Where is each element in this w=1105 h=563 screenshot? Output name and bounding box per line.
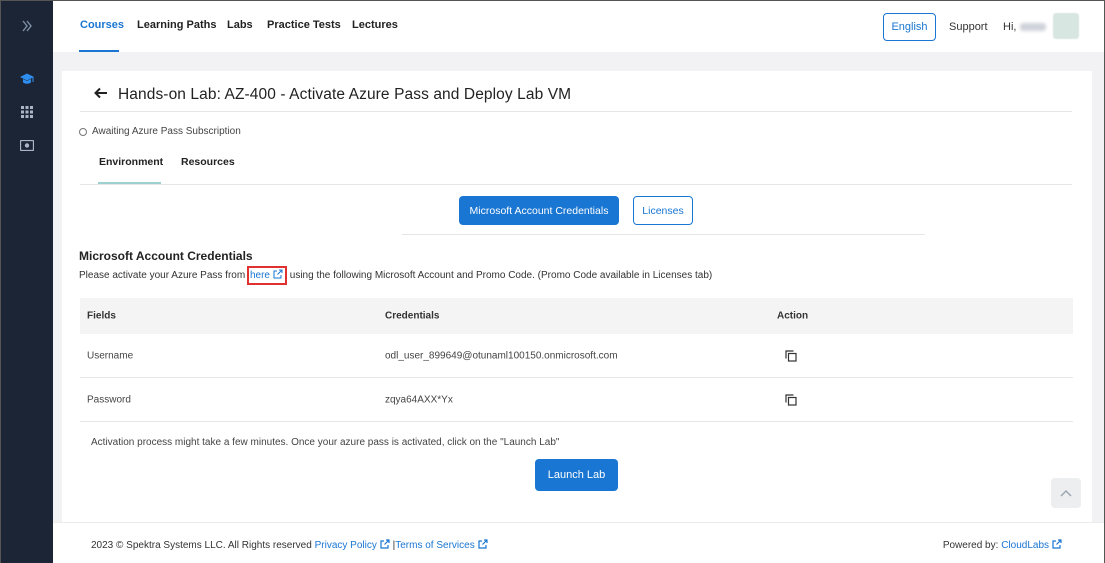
- activation-instructions: Please activate your Azure Pass from her…: [79, 266, 712, 285]
- page-title: Hands-on Lab: AZ-400 - Activate Azure Pa…: [118, 86, 572, 103]
- nav-tab-labs[interactable]: Labs: [227, 19, 253, 31]
- cloudlabs-text: CloudLabs: [1001, 540, 1049, 551]
- grid-icon[interactable]: [1, 100, 53, 124]
- divider: [402, 234, 925, 235]
- here-link-text: here: [249, 270, 270, 281]
- nav-tab-practice-tests[interactable]: Practice Tests: [267, 19, 341, 31]
- copyright-text: 2023 © Spektra Systems LLC. All Rights r…: [91, 540, 312, 551]
- footer-left: 2023 © Spektra Systems LLC. All Rights r…: [91, 539, 488, 551]
- user-greeting[interactable]: Hi,: [1003, 21, 1047, 33]
- main-content: Hands-on Lab: AZ-400 - Activate Azure Pa…: [62, 71, 1092, 563]
- external-link-icon: [1052, 539, 1062, 549]
- greeting-text: Hi,: [1003, 21, 1017, 33]
- external-link-icon: [380, 539, 390, 549]
- terms-of-services-link[interactable]: Terms of Services: [395, 539, 488, 551]
- support-link[interactable]: Support: [949, 21, 988, 33]
- tab-environment[interactable]: Environment: [99, 156, 163, 168]
- field-password-label: Password: [87, 394, 131, 405]
- external-link-icon: [478, 539, 488, 549]
- redacted-username: [1020, 23, 1047, 32]
- status-text: Awaiting Azure Pass Subscription: [92, 126, 241, 137]
- username-value[interactable]: odl_user_899649@otunaml100150.onmicrosof…: [385, 350, 618, 361]
- table-header: Fields Credentials Action: [80, 298, 1073, 334]
- licenses-button[interactable]: Licenses: [633, 196, 693, 225]
- language-button[interactable]: English: [883, 13, 936, 41]
- powered-by-text: Powered by:: [942, 540, 999, 551]
- chevron-right-icon[interactable]: [1, 14, 53, 38]
- top-navigation: Courses Learning Paths Labs Practice Tes…: [53, 1, 1104, 52]
- nav-tab-learning-paths[interactable]: Learning Paths: [137, 19, 216, 31]
- scroll-to-top-button[interactable]: [1051, 478, 1081, 508]
- nav-tab-courses[interactable]: Courses: [80, 19, 124, 31]
- tab-resources[interactable]: Resources: [181, 156, 235, 168]
- sidebar: [1, 1, 53, 563]
- table-row: Username odl_user_899649@otunaml100150.o…: [80, 334, 1073, 378]
- privacy-policy-link[interactable]: Privacy Policy: [314, 539, 390, 551]
- cloudlabs-link[interactable]: CloudLabs: [1001, 539, 1062, 551]
- footer-right: Powered by: CloudLabs: [943, 539, 1062, 551]
- active-tab-underline: [79, 50, 119, 52]
- instructions-text-before: Please activate your Azure Pass from: [79, 270, 248, 281]
- microsoft-credentials-button[interactable]: Microsoft Account Credentials: [459, 196, 619, 225]
- graduation-cap-icon[interactable]: [1, 67, 53, 91]
- avatar[interactable]: [1053, 13, 1079, 39]
- copy-icon[interactable]: [785, 393, 797, 406]
- footer: 2023 © Spektra Systems LLC. All Rights r…: [53, 522, 1104, 563]
- nav-tab-lectures[interactable]: Lectures: [352, 19, 398, 31]
- launch-lab-button[interactable]: Launch Lab: [535, 459, 618, 491]
- clock-icon: [79, 127, 87, 136]
- copy-icon[interactable]: [785, 349, 797, 362]
- terms-of-services-text: Terms of Services: [395, 540, 475, 551]
- money-icon[interactable]: [1, 133, 53, 157]
- section-title: Microsoft Account Credentials: [79, 249, 253, 263]
- table-row: Password zqya64AXX*Yx: [80, 378, 1073, 422]
- chevron-up-icon: [1060, 490, 1072, 497]
- divider: [80, 111, 1072, 112]
- instructions-text-after: using the following Microsoft Account an…: [286, 270, 713, 281]
- page-header: Hands-on Lab: AZ-400 - Activate Azure Pa…: [94, 81, 571, 109]
- status-indicator: Awaiting Azure Pass Subscription: [79, 126, 241, 137]
- field-username-label: Username: [87, 350, 134, 361]
- password-value[interactable]: zqya64AXX*Yx: [385, 394, 453, 405]
- here-link[interactable]: here: [246, 266, 287, 285]
- activation-note: Activation process might take a few minu…: [91, 437, 560, 448]
- divider: [80, 184, 1072, 185]
- credentials-table: Fields Credentials Action Username odl_u…: [80, 298, 1073, 422]
- column-header-fields: Fields: [87, 310, 116, 322]
- column-header-credentials: Credentials: [385, 310, 440, 322]
- external-link-icon: [273, 269, 283, 279]
- back-arrow-icon[interactable]: [94, 86, 108, 104]
- privacy-policy-text: Privacy Policy: [314, 540, 377, 551]
- column-header-action: Action: [777, 310, 809, 322]
